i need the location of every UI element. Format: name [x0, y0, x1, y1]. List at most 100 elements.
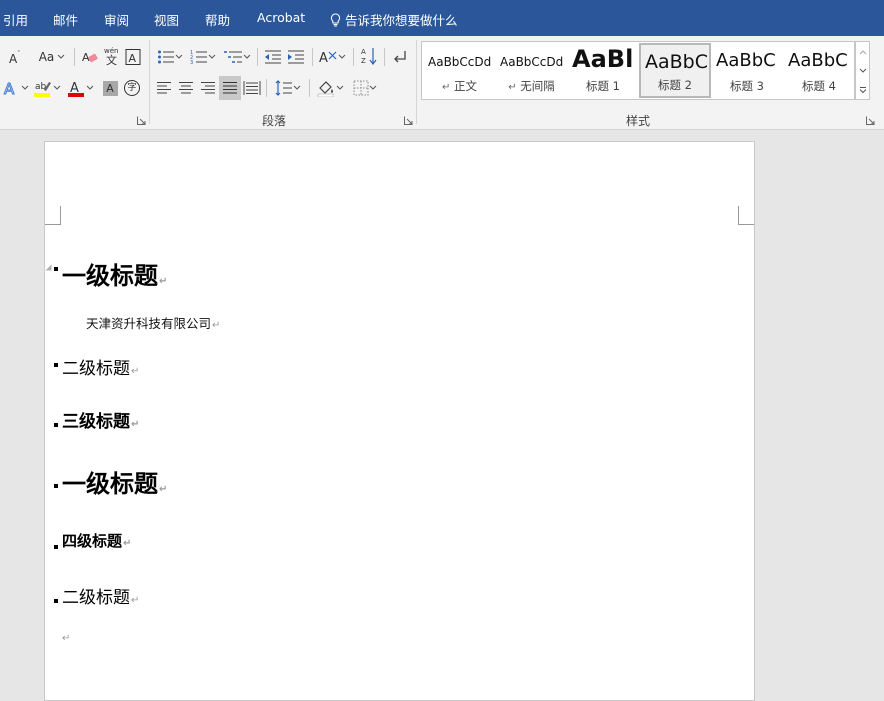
paint-bucket-icon — [317, 81, 334, 97]
toolbar-separator — [309, 79, 310, 97]
tab-review[interactable]: 审阅 — [104, 10, 129, 29]
style-heading-1[interactable]: AaBl 标题 1 — [568, 43, 638, 98]
tab-acrobat[interactable]: Acrobat — [257, 10, 305, 25]
enclose-characters-button[interactable]: 字 — [122, 77, 142, 99]
increase-indent-button[interactable] — [285, 46, 307, 68]
svg-text:3: 3 — [190, 60, 193, 65]
gallery-scroll-up-button[interactable] — [856, 42, 869, 61]
text-effects-button[interactable]: A — [2, 77, 30, 99]
toolbar-separator — [74, 48, 75, 66]
toolbar-separator — [353, 48, 354, 66]
show-formatting-marks-button[interactable] — [389, 46, 411, 68]
shading-button[interactable] — [314, 77, 346, 99]
chevron-up-icon — [859, 49, 866, 54]
chinese-layout-button[interactable]: A — [316, 46, 348, 68]
empty-paragraph[interactable]: ↵ — [61, 629, 70, 644]
highlight-color-button[interactable]: ab — [32, 77, 62, 99]
heading-text: 一级标题 — [62, 470, 158, 498]
collapse-heading-icon[interactable] — [45, 264, 52, 271]
styles-dialog-launcher-icon[interactable] — [866, 116, 875, 125]
bullet-list-icon — [158, 50, 174, 64]
chevron-down-icon — [293, 85, 301, 90]
multilevel-list-button[interactable] — [221, 46, 253, 68]
tab-help[interactable]: 帮助 — [205, 10, 230, 29]
align-center-button[interactable] — [176, 77, 196, 99]
heading-4[interactable]: 四级标题↵ — [62, 530, 131, 551]
gallery-scroll-down-button[interactable] — [856, 61, 869, 80]
heading-text: 三级标题 — [62, 412, 130, 432]
justify-button[interactable] — [219, 76, 241, 100]
eraser-icon: A — [82, 51, 98, 64]
phonetic-guide-button[interactable]: wén 文 — [101, 45, 123, 67]
font-dialog-launcher-icon[interactable] — [137, 116, 146, 125]
gallery-more-button[interactable] — [856, 80, 869, 99]
heading-1[interactable]: 一级标题↵ — [62, 464, 167, 499]
style-name: 标题 4 — [802, 79, 836, 93]
chevron-down-icon — [336, 85, 344, 90]
sort-button[interactable]: AZ — [358, 45, 380, 67]
multilevel-list-icon — [224, 51, 242, 63]
line-spacing-button[interactable] — [272, 77, 304, 99]
styles-gallery-scroll — [855, 41, 870, 100]
change-case-button[interactable]: Aa — [36, 46, 68, 68]
body-paragraph[interactable]: 天津资升科技有限公司↵ — [86, 313, 220, 332]
lightbulb-icon — [330, 12, 341, 27]
tell-me-search[interactable]: 告诉我你想要做什么 — [330, 10, 458, 29]
enclose-characters-icon: 字 — [124, 80, 140, 96]
align-center-icon — [179, 82, 193, 94]
style-no-spacing[interactable]: AaBbCcDd ↵ 无间隔 — [496, 43, 566, 98]
chevron-down-icon — [86, 85, 94, 90]
svg-text:ˇ: ˇ — [17, 50, 21, 58]
style-heading-2[interactable]: AaBbC 标题 2 — [639, 43, 711, 98]
numbered-list-icon: 123 — [190, 50, 207, 65]
change-case-label: Aa — [38, 50, 55, 64]
heading-text: 二级标题 — [62, 588, 130, 608]
distributed-button[interactable] — [242, 77, 262, 99]
paragraph-mark: ↵ — [159, 276, 168, 287]
tab-mailings[interactable]: 邮件 — [53, 10, 78, 29]
style-sample: AaBbCcDd — [428, 55, 492, 69]
character-shading-button[interactable]: A — [100, 77, 120, 99]
style-sample: AaBbC — [645, 51, 707, 73]
justify-icon — [223, 82, 237, 94]
chevron-down-icon — [21, 85, 29, 90]
toolbar-separator — [312, 48, 313, 66]
margin-corner-mark — [738, 206, 754, 225]
heading-2[interactable]: 二级标题↵ — [62, 583, 139, 608]
style-sample: AaBbCcDd — [500, 55, 564, 69]
character-border-button[interactable]: A — [124, 46, 142, 68]
style-normal[interactable]: AaBbCcDd ↵ 正文 — [424, 43, 494, 98]
styles-group-label: 样式 — [626, 114, 651, 128]
menu-bar: 引用 邮件 审阅 视图 帮助 Acrobat 告诉我你想要做什么 — [0, 0, 884, 36]
phonetic-guide-icon: wén文 — [104, 47, 118, 66]
bullets-button[interactable] — [155, 46, 185, 68]
style-sample: AaBbC — [716, 50, 776, 71]
heading-3[interactable]: 三级标题↵ — [62, 407, 139, 432]
svg-text:Z: Z — [361, 57, 366, 65]
style-heading-3[interactable]: AaBbC 标题 3 — [712, 43, 782, 98]
chevron-down-icon — [369, 85, 377, 90]
document-page[interactable]: 一级标题↵ 天津资升科技有限公司↵ 二级标题↵ 三级标题↵ 一级标题↵ 四级标题… — [44, 141, 755, 701]
decrease-indent-button[interactable] — [262, 46, 284, 68]
numbering-button[interactable]: 123 — [188, 46, 218, 68]
font-color-button[interactable]: A — [64, 77, 96, 99]
increase-indent-icon — [288, 50, 304, 64]
borders-button[interactable] — [349, 77, 381, 99]
paragraph-mark: ↵ — [131, 366, 140, 377]
shrink-font-button[interactable]: Aˇ — [4, 46, 26, 68]
clear-formatting-button[interactable]: A — [80, 46, 100, 68]
svg-text:A: A — [319, 51, 328, 66]
line-spacing-icon — [275, 80, 292, 96]
tab-view[interactable]: 视图 — [154, 10, 179, 29]
paragraph-dialog-launcher-icon[interactable] — [404, 116, 413, 125]
chevron-down-icon — [208, 54, 216, 59]
heading-2[interactable]: 二级标题↵ — [62, 354, 139, 379]
paragraph-mark: ↵ — [131, 595, 140, 606]
align-right-button[interactable] — [198, 77, 218, 99]
align-left-button[interactable] — [154, 77, 174, 99]
heading-1[interactable]: 一级标题↵ — [62, 256, 167, 291]
paragraph-group-label: 段落 — [262, 114, 287, 128]
paragraph-mark: ↵ — [508, 82, 517, 93]
tab-references[interactable]: 引用 — [3, 10, 28, 29]
style-heading-4[interactable]: AaBbC 标题 4 — [784, 43, 854, 98]
